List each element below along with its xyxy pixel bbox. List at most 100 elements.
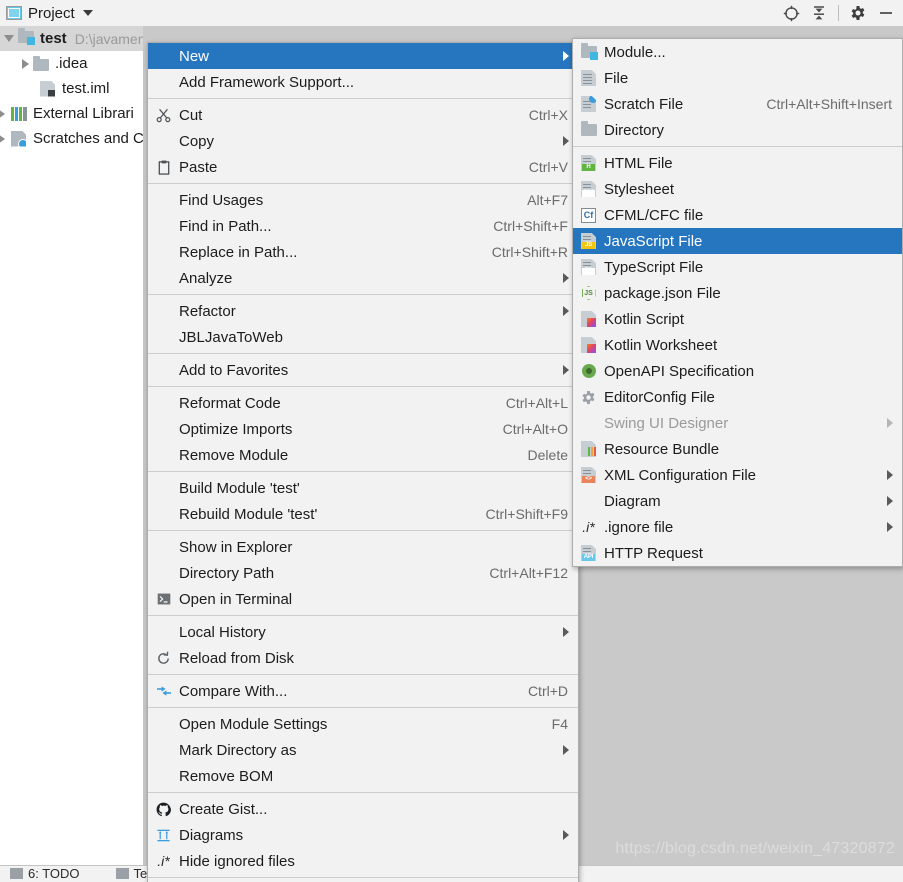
submenu-arrow-icon (887, 522, 893, 532)
submenu-arrow-icon (563, 627, 569, 637)
file-icon (578, 70, 599, 86)
terminal-icon (153, 591, 174, 607)
menu-item-shortcut: Ctrl+Shift+R (491, 244, 568, 260)
menu-item-open-in-terminal[interactable]: Open in Terminal (148, 586, 578, 612)
menu-item-label: New (179, 47, 210, 65)
submenu-item-html-file[interactable]: H HTML File (573, 150, 902, 176)
status-tab-todo[interactable]: 6: TODO (0, 866, 80, 881)
minimize-icon[interactable] (873, 2, 899, 24)
menu-item-icon (153, 480, 174, 496)
menu-item-remove-module[interactable]: Remove Module Delete (148, 442, 578, 468)
submenu-arrow-icon (887, 470, 893, 480)
submenu-item-cfml-file[interactable]: Cf CFML/CFC file (573, 202, 902, 228)
cfml-file-icon: Cf (578, 207, 599, 223)
menu-item-remove-bom[interactable]: Remove BOM (148, 763, 578, 789)
expand-arrow-icon[interactable] (4, 35, 14, 42)
compare-icon (153, 683, 174, 699)
menu-separator (148, 386, 578, 387)
menu-separator (148, 792, 578, 793)
tree-node-label: External Librari (33, 105, 134, 122)
submenu-arrow-icon (563, 51, 569, 61)
xml-file-icon: <> (578, 467, 599, 483)
menu-item-local-history[interactable]: Local History (148, 619, 578, 645)
kotlin-script-icon (578, 311, 599, 327)
submenu-item-module[interactable]: Module... (573, 39, 902, 65)
submenu-item-javascript-file[interactable]: JS JavaScript File (573, 228, 902, 254)
submenu-item-directory[interactable]: Directory (573, 117, 902, 143)
menu-item-compare-with[interactable]: Compare With... Ctrl+D (148, 678, 578, 704)
submenu-item-xml-configuration-file[interactable]: <> XML Configuration File (573, 462, 902, 488)
menu-item-open-module-settings[interactable]: Open Module Settings F4 (148, 711, 578, 737)
submenu-item-typescript-file[interactable]: TS TypeScript File (573, 254, 902, 280)
menu-item-shortcut: Ctrl+Shift+F (493, 218, 568, 234)
menu-item-icon (153, 329, 174, 345)
submenu-item-resource-bundle[interactable]: Resource Bundle (573, 436, 902, 462)
menu-item-label: Copy (179, 132, 215, 150)
menu-item-label: Paste (179, 158, 218, 176)
collapse-all-icon[interactable] (806, 2, 832, 24)
submenu-item-kotlin-worksheet[interactable]: Kotlin Worksheet (573, 332, 902, 358)
submenu-item-kotlin-script[interactable]: Kotlin Script (573, 306, 902, 332)
menu-item-rebuild-module[interactable]: Rebuild Module 'test' Ctrl+Shift+F9 (148, 501, 578, 527)
chevron-down-icon[interactable] (82, 10, 93, 16)
submenu-item-file[interactable]: File (573, 65, 902, 91)
menu-item-reformat-code[interactable]: Reformat Code Ctrl+Alt+L (148, 390, 578, 416)
expand-arrow-icon[interactable] (0, 108, 5, 119)
submenu-item-stylesheet[interactable]: CSS Stylesheet (573, 176, 902, 202)
submenu-item-label: Stylesheet (604, 180, 675, 198)
locate-icon[interactable] (778, 2, 804, 24)
submenu-arrow-icon (887, 418, 893, 428)
kotlin-worksheet-icon (578, 337, 599, 353)
context-menu: New Add Framework Support... Cut Ctrl+X … (147, 42, 579, 882)
submenu-item-http-request[interactable]: API HTTP Request (573, 540, 902, 566)
npm-package-icon: JS (578, 285, 599, 301)
menu-item-icon (153, 303, 174, 319)
submenu-item-package-json-file[interactable]: JS package.json File (573, 280, 902, 306)
menu-item-refactor[interactable]: Refactor (148, 298, 578, 324)
menu-item-find-in-path[interactable]: Find in Path... Ctrl+Shift+F (148, 213, 578, 239)
menu-item-label: Add Framework Support... (179, 73, 355, 91)
menu-item-copy[interactable]: Copy (148, 128, 578, 154)
submenu-item-label: JavaScript File (604, 232, 703, 250)
menu-item-add-to-favorites[interactable]: Add to Favorites (148, 357, 578, 383)
menu-item-label: Analyze (179, 269, 233, 287)
menu-item-new[interactable]: New (148, 43, 578, 69)
tool-window-actions (778, 0, 903, 26)
reload-icon (153, 650, 174, 666)
menu-item-analyze[interactable]: Analyze (148, 265, 578, 291)
module-folder-icon (578, 43, 599, 60)
settings-gear-icon[interactable] (845, 2, 871, 24)
menu-separator (148, 615, 578, 616)
menu-item-show-in-explorer[interactable]: Show in Explorer (148, 534, 578, 560)
submenu-item-ignore-file[interactable]: .i* .ignore file (573, 514, 902, 540)
menu-separator (148, 530, 578, 531)
menu-item-find-usages[interactable]: Find Usages Alt+F7 (148, 187, 578, 213)
submenu-item-swing-ui-designer[interactable]: Swing UI Designer (573, 410, 902, 436)
menu-item-reload-from-disk[interactable]: Reload from Disk (148, 645, 578, 671)
submenu-item-editorconfig-file[interactable]: EditorConfig File (573, 384, 902, 410)
menu-item-cut[interactable]: Cut Ctrl+X (148, 102, 578, 128)
submenu-item-label: Module... (604, 43, 666, 61)
menu-item-replace-in-path[interactable]: Replace in Path... Ctrl+Shift+R (148, 239, 578, 265)
menu-item-hide-ignored-files[interactable]: .i* Hide ignored files (148, 848, 578, 874)
submenu-item-scratch-file[interactable]: Scratch File Ctrl+Alt+Shift+Insert (573, 91, 902, 117)
menu-item-shortcut: Delete (527, 447, 568, 463)
expand-arrow-icon[interactable] (22, 58, 29, 69)
menu-item-label: Remove Module (179, 446, 289, 464)
menu-item-diagrams[interactable]: Diagrams (148, 822, 578, 848)
menu-item-paste[interactable]: Paste Ctrl+V (148, 154, 578, 180)
menu-item-directory-path[interactable]: Directory Path Ctrl+Alt+F12 (148, 560, 578, 586)
menu-item-icon (153, 421, 174, 437)
menu-item-label: Rebuild Module 'test' (179, 505, 318, 523)
menu-item-jbl-java-to-web[interactable]: JBLJavaToWeb (148, 324, 578, 350)
diagram-icon (153, 827, 174, 843)
submenu-item-diagram[interactable]: Diagram (573, 488, 902, 514)
submenu-item-openapi-specification[interactable]: OpenAPI Specification (573, 358, 902, 384)
menu-item-icon (153, 624, 174, 640)
menu-item-add-framework-support[interactable]: Add Framework Support... (148, 69, 578, 95)
menu-item-optimize-imports[interactable]: Optimize Imports Ctrl+Alt+O (148, 416, 578, 442)
menu-item-mark-directory-as[interactable]: Mark Directory as (148, 737, 578, 763)
expand-arrow-icon[interactable] (0, 133, 5, 144)
menu-item-create-gist[interactable]: Create Gist... (148, 796, 578, 822)
menu-item-build-module[interactable]: Build Module 'test' (148, 475, 578, 501)
